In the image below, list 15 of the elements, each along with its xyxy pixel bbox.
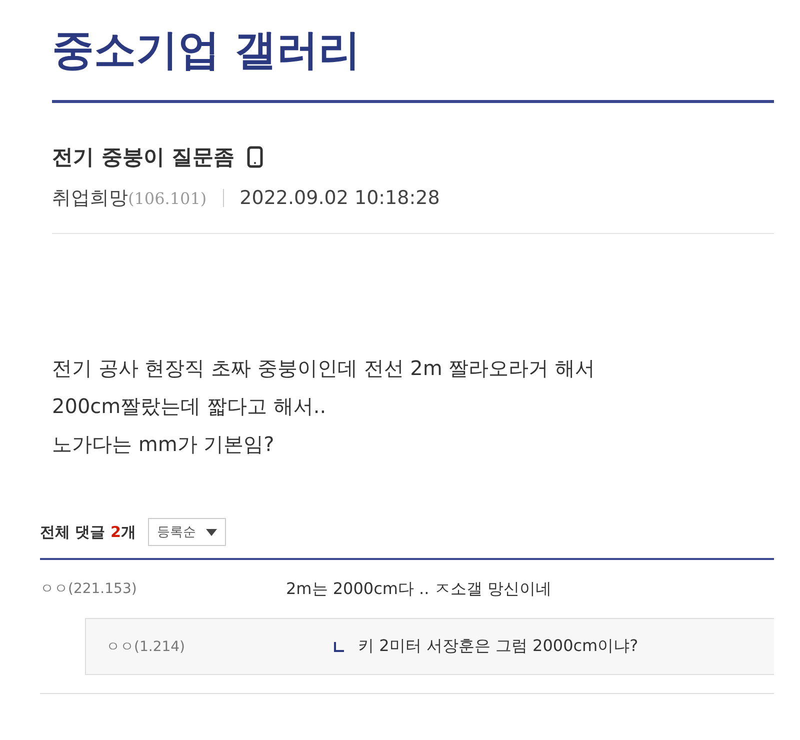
post-title: 전기 중붕이 질문좀 [52, 144, 235, 171]
gallery-title: 중소기업 갤러리 [52, 24, 362, 76]
reply-text: 키 2미터 서장훈은 그럼 2000cm이냐? [358, 636, 638, 657]
post-body-text: 노가다는 mm가 기본임? [52, 431, 276, 458]
comment-text: 2m는 2000cm다 .. ㅈ소갤 망신이네 [286, 578, 552, 600]
post-body-text: 200cm짤랐는데 짧다고 해서.. [52, 393, 328, 420]
post-date: 2022.09.02 10:18:28 [240, 187, 440, 209]
comment-count: 전체 댓글 2개 [40, 522, 136, 542]
sort-dropdown[interactable]: 등록순 [148, 518, 226, 546]
comment-author: ㅇㅇ(221.153) [40, 580, 138, 598]
caret-icon [206, 528, 217, 536]
reply-author: ㅇㅇ(1.214) [106, 638, 186, 656]
mobile-phone-icon [246, 146, 263, 168]
post-author: 취업희망(106.101) [52, 186, 207, 211]
post-body-text: 전기 공사 현장직 초짜 중붕이인데 전선 2m 짤라오라거 해서 [52, 355, 596, 382]
